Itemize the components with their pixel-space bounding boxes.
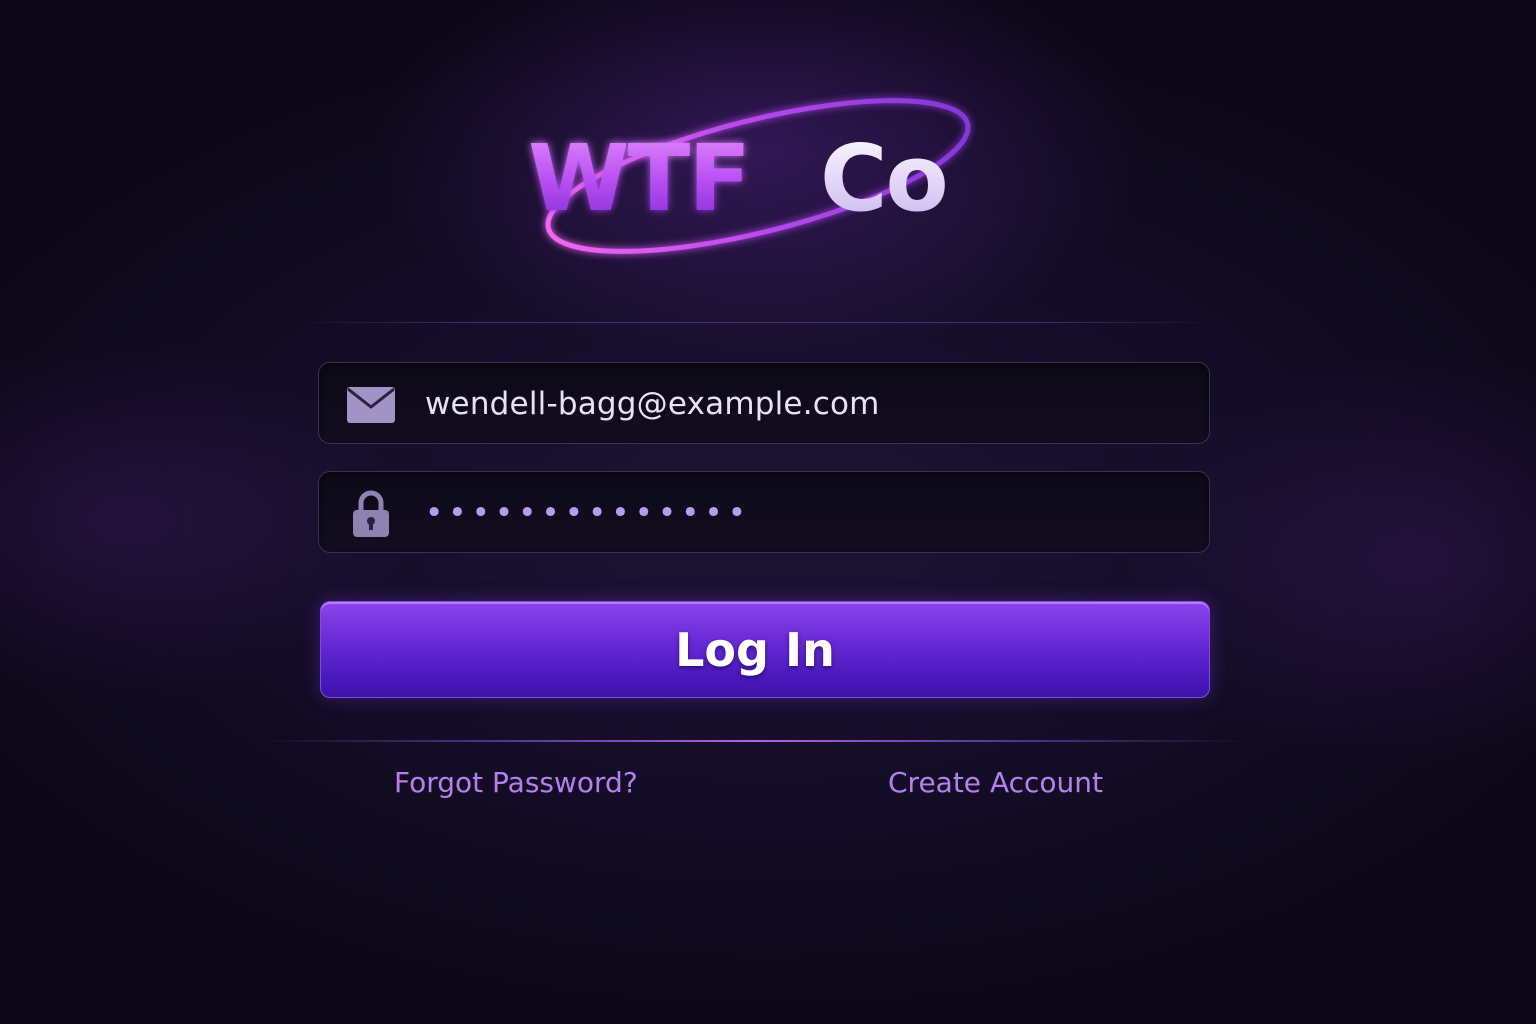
brand-name-co: Co: [820, 125, 947, 232]
brand-logo: WTF Co: [520, 80, 990, 280]
forgot-password-link[interactable]: Forgot Password?: [394, 766, 638, 799]
create-account-link[interactable]: Create Account: [888, 766, 1103, 799]
email-value[interactable]: wendell-bagg@example.com: [425, 363, 880, 445]
email-field[interactable]: wendell-bagg@example.com: [318, 362, 1210, 444]
top-divider: [292, 322, 1220, 323]
password-masked-value[interactable]: ••••••••••••••: [425, 472, 751, 554]
lock-icon: [345, 490, 397, 537]
login-button-label: Log In: [675, 622, 835, 677]
login-button[interactable]: Log In: [320, 601, 1210, 698]
brand-logo-graphic: WTF Co: [528, 98, 971, 254]
brand-name-wtf: WTF: [528, 125, 749, 232]
envelope-icon: [345, 383, 397, 427]
bottom-divider: [260, 740, 1250, 742]
password-field[interactable]: ••••••••••••••: [318, 471, 1210, 553]
